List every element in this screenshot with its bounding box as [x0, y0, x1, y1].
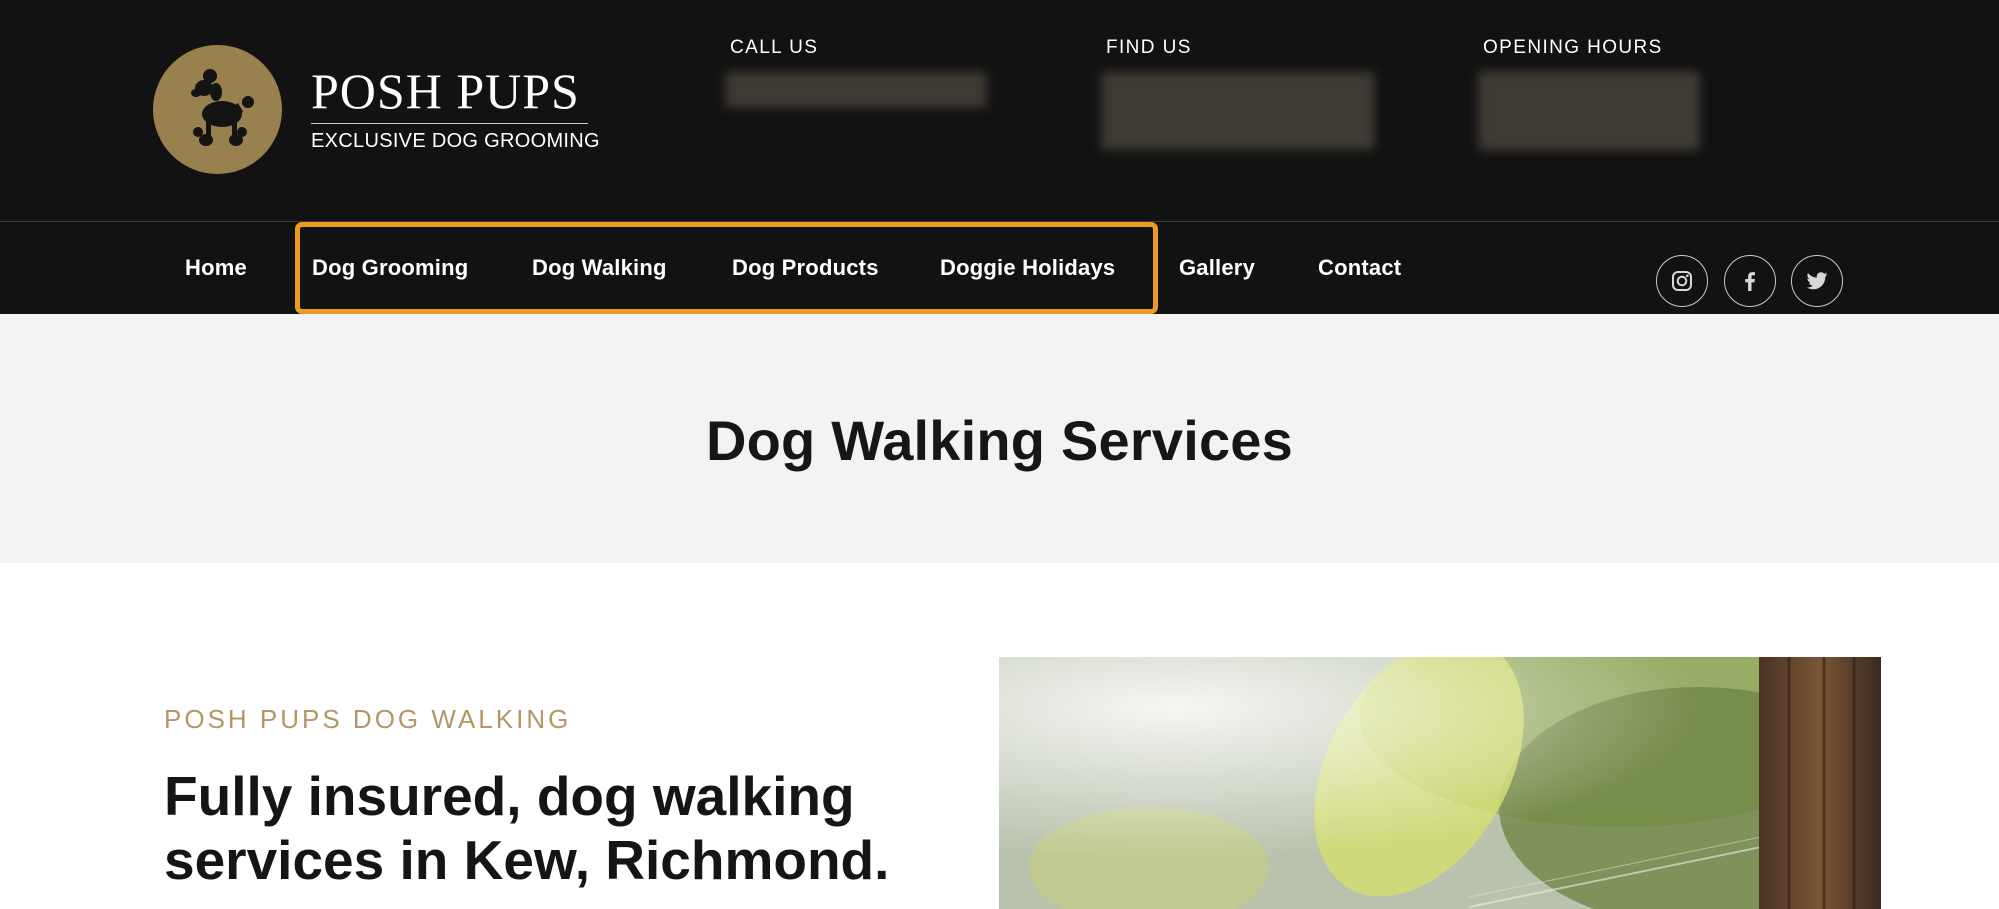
site-header: POSH PUPS EXCLUSIVE DOG GROOMING CALL US…	[0, 0, 1999, 221]
page-title-band: Dog Walking Services	[0, 314, 1999, 563]
nav-item-gallery[interactable]: Gallery	[1179, 255, 1255, 281]
page-title: Dog Walking Services	[706, 409, 1293, 472]
brand-tagline: EXCLUSIVE DOG GROOMING	[311, 130, 600, 152]
section-headline: Fully insured, dog walking services in K…	[164, 765, 890, 891]
main-nav: Home Dog Grooming Dog Walking Dog Produc…	[0, 221, 1999, 314]
opening-hours-block: OPENING HOURS	[1478, 37, 1700, 151]
opening-hours-value-redacted	[1478, 71, 1700, 151]
logo-text: POSH PUPS EXCLUSIVE DOG GROOMING	[311, 66, 600, 153]
call-us-label: CALL US	[730, 37, 819, 58]
call-us-value-redacted	[725, 72, 987, 108]
logo-divider	[311, 123, 588, 124]
brand-name: POSH PUPS	[311, 63, 580, 119]
find-us-block: FIND US	[1101, 37, 1375, 150]
dog-walking-photo	[999, 657, 1881, 909]
logo[interactable]: POSH PUPS EXCLUSIVE DOG GROOMING	[153, 45, 600, 174]
find-us-value-redacted	[1101, 72, 1375, 150]
instagram-icon[interactable]	[1656, 255, 1708, 307]
services-group-highlight	[295, 222, 1158, 314]
section-eyebrow: POSH PUPS DOG WALKING	[164, 704, 572, 734]
opening-hours-label: OPENING HOURS	[1483, 37, 1663, 58]
poodle-logo-icon	[153, 45, 282, 174]
find-us-label: FIND US	[1106, 37, 1192, 58]
nav-item-contact[interactable]: Contact	[1318, 255, 1401, 281]
facebook-icon[interactable]	[1724, 255, 1776, 307]
call-us-block: CALL US	[725, 37, 987, 108]
nav-item-home[interactable]: Home	[185, 255, 247, 281]
twitter-icon[interactable]	[1791, 255, 1843, 307]
